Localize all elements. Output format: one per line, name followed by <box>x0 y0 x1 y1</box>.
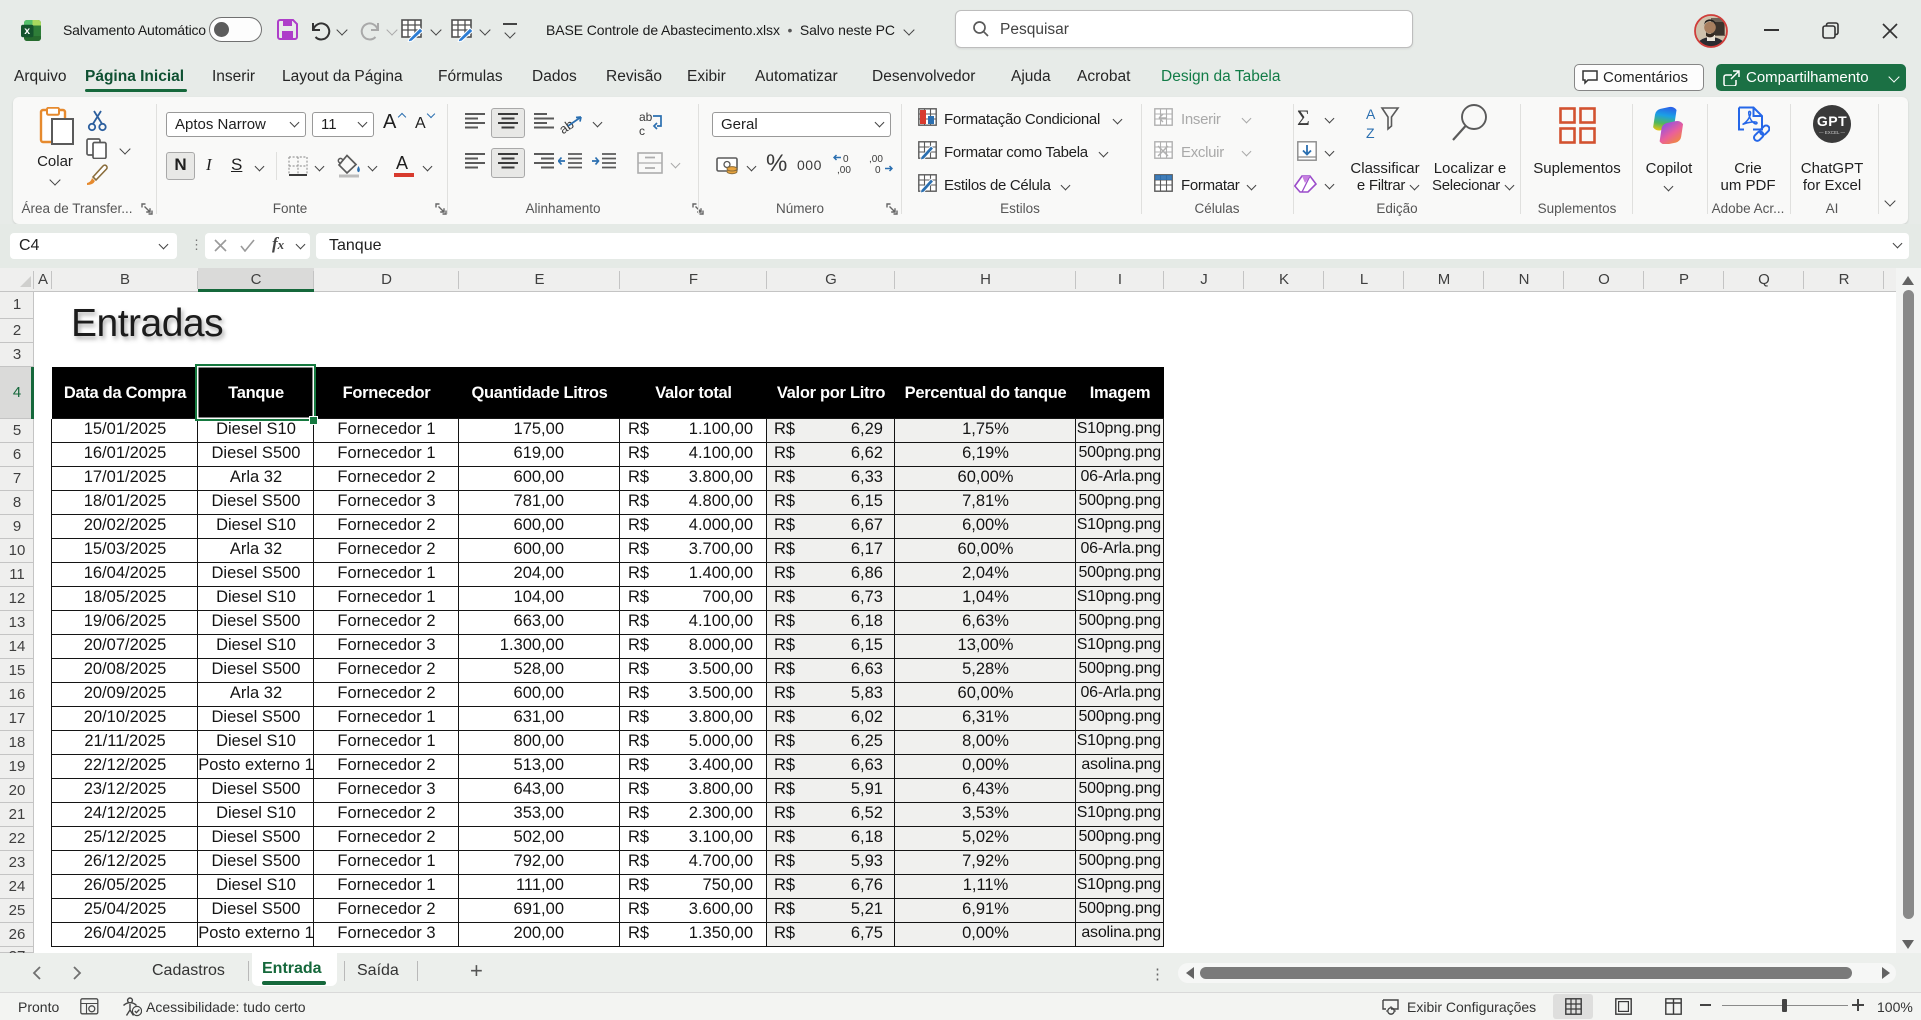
svg-text:— EXCEL —: — EXCEL — <box>1819 130 1846 135</box>
svg-text:x: x <box>24 25 30 37</box>
svg-text:GPT: GPT <box>1817 113 1847 129</box>
svg-text:A: A <box>1366 106 1376 122</box>
svg-text:,00: ,00 <box>869 154 883 165</box>
svg-text:,00: ,00 <box>837 165 851 176</box>
svg-text:ab: ab <box>639 110 653 124</box>
svg-text:Z: Z <box>1366 125 1375 141</box>
svg-text:0: 0 <box>875 165 881 176</box>
svg-text:c: c <box>639 124 645 136</box>
svg-text:0: 0 <box>843 154 849 165</box>
